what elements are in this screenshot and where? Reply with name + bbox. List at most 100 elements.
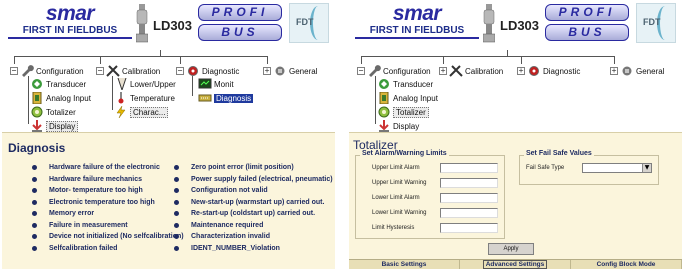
diagnosis-item: Memory error [32, 208, 184, 220]
alarm-limits-label: Set Alarm/Warning Limits [360, 150, 449, 157]
fdt-logo: FDT [636, 3, 676, 43]
profibus-logo: PROFI BUS [198, 4, 282, 42]
collapse-toggle[interactable]: − [10, 67, 18, 75]
tree-lower-upper[interactable]: Lower/Upper [114, 77, 176, 91]
chevron-down-icon[interactable]: ▼ [642, 164, 651, 172]
lower-limit-alarm-label: Lower Limit Alarm [372, 195, 420, 201]
smar-logo: smar [45, 2, 95, 25]
upper-limit-warning-label: Upper Limit Warning [372, 180, 427, 186]
tree-diagnostic[interactable]: + Diagnostic [517, 64, 580, 78]
header-banner: smar FIRST IN FIELDBUS LD303 PROFI BUS F… [349, 0, 682, 50]
tree-characterization[interactable]: Charac... [114, 105, 169, 119]
lower-limit-warning-input[interactable] [440, 208, 498, 218]
fail-safe-group: Set Fail Safe Values Fail Safe Type ▼ [519, 150, 659, 185]
upper-limit-alarm-label: Upper Limit Alarm [372, 165, 420, 171]
diagnosis-item: Failure in measurement [32, 220, 184, 232]
collapse-toggle[interactable]: − [96, 67, 104, 75]
lower-limit-alarm-input[interactable] [440, 193, 498, 203]
limit-hysteresis-input[interactable] [440, 223, 498, 233]
bullet-icon [174, 245, 179, 251]
tree-analog-input[interactable]: Analog Input [30, 91, 91, 105]
header-banner: smar FIRST IN FIELDBUS LD303 PROFI BUS F… [2, 0, 335, 50]
tree-diagnostic[interactable]: − Diagnostic [176, 64, 239, 78]
expand-toggle[interactable]: + [610, 67, 618, 75]
expand-toggle[interactable]: + [439, 67, 447, 75]
transmitter-icon [136, 4, 148, 43]
diagnosis-item: Hardware failure mechanics [32, 174, 184, 186]
tree-transducer[interactable]: Transducer [30, 77, 86, 91]
expand-toggle[interactable]: + [517, 67, 525, 75]
diagnostic-gear-icon [188, 66, 198, 76]
wrench-icon [369, 65, 381, 77]
diagnosis-title: Diagnosis [8, 141, 66, 155]
diagnosis-item: Configuration not valid [174, 185, 333, 197]
totalizer-panel: Totalizer Set Alarm/Warning Limits Upper… [349, 132, 682, 269]
tree-totalizer[interactable]: Totalizer [30, 105, 76, 119]
tree-totalizer[interactable]: Totalizer [377, 105, 429, 119]
lower-upper-icon [117, 78, 127, 90]
bullet-icon [32, 165, 37, 171]
tree-analog-input[interactable]: Analog Input [377, 91, 438, 105]
bullet-icon [32, 211, 37, 217]
bullet-icon [174, 176, 179, 182]
smar-tagline: FIRST IN FIELDBUS [355, 25, 479, 39]
upper-limit-warning-input[interactable] [440, 178, 498, 188]
tab-config-block-mode[interactable]: Config Block Mode [571, 260, 682, 269]
diagnosis-item: Re-start-up (coldstart up) carried out. [174, 208, 333, 220]
diagnosis-item: Hardware failure of the electronic [32, 162, 184, 174]
fdt-logo: FDT [289, 3, 329, 43]
bullet-icon [174, 188, 179, 194]
diagnosis-item: Motor- temperature too high [32, 185, 184, 197]
collapse-toggle[interactable]: − [176, 67, 184, 75]
analog-input-icon [379, 92, 389, 104]
tree-display[interactable]: Display [30, 119, 79, 133]
totalizer-icon [378, 106, 390, 118]
upper-limit-alarm-input[interactable] [440, 163, 498, 173]
wrench-icon [22, 65, 34, 77]
diagnosis-icon [198, 94, 212, 102]
bullet-icon [32, 188, 37, 194]
tree-calibration[interactable]: − Calibration [96, 64, 160, 78]
monitor-icon [198, 78, 212, 89]
limit-hysteresis-label: Limit Hysteresis [372, 225, 415, 231]
tree-configuration[interactable]: − Configuration [357, 64, 431, 78]
tree-diagnosis[interactable]: Diagnosis [198, 91, 254, 105]
fail-safe-group-label: Set Fail Safe Values [524, 150, 594, 157]
tree-monit[interactable]: Monit [198, 77, 234, 91]
tools-icon [449, 65, 463, 77]
tree-general[interactable]: + General [263, 64, 317, 78]
display-arrow-icon [32, 120, 42, 132]
device-model: LD303 [500, 18, 540, 33]
transducer-icon [32, 79, 42, 89]
expand-toggle[interactable]: + [263, 67, 271, 75]
tab-advanced-settings[interactable]: Advanced Settings [460, 260, 571, 269]
apply-button[interactable]: Apply [488, 243, 534, 255]
bullet-icon [32, 245, 37, 251]
collapse-toggle[interactable]: − [357, 67, 365, 75]
diagnosis-item: Maintenance required [174, 220, 333, 232]
fail-safe-type-select[interactable]: ▼ [582, 163, 652, 173]
diagnosis-right-list: Zero point error (limit position) Power … [174, 162, 333, 254]
settings-tabs: Basic Settings Advanced Settings Config … [349, 259, 682, 269]
bullet-icon [174, 211, 179, 217]
tree-temperature[interactable]: Temperature [114, 91, 175, 105]
right-window: smar FIRST IN FIELDBUS LD303 PROFI BUS F… [349, 0, 682, 269]
tab-basic-settings[interactable]: Basic Settings [349, 260, 460, 269]
diagnosis-item: New-start-up (warmstart up) carried out. [174, 197, 333, 209]
navigation-tree: − Configuration − Calibration − Diagnost… [2, 50, 335, 132]
tree-configuration[interactable]: − Configuration [10, 64, 84, 78]
diagnosis-item: Electronic temperature too high [32, 197, 184, 209]
tree-general[interactable]: + General [610, 64, 664, 78]
tree-display[interactable]: Display [377, 119, 419, 133]
tree-transducer[interactable]: Transducer [377, 77, 433, 91]
bullet-icon [174, 165, 179, 171]
diagnosis-item: Characterization invalid [174, 231, 333, 243]
fail-safe-type-label: Fail Safe Type [526, 165, 565, 171]
general-settings-icon [622, 66, 632, 76]
diagnosis-panel: Diagnosis Hardware failure of the electr… [2, 132, 335, 269]
navigation-tree: − Configuration + Calibration + Diagnost… [349, 50, 682, 132]
diagnostic-gear-icon [529, 66, 539, 76]
display-arrow-icon [379, 120, 389, 132]
device-model: LD303 [153, 18, 193, 33]
tree-calibration[interactable]: + Calibration [439, 64, 503, 78]
